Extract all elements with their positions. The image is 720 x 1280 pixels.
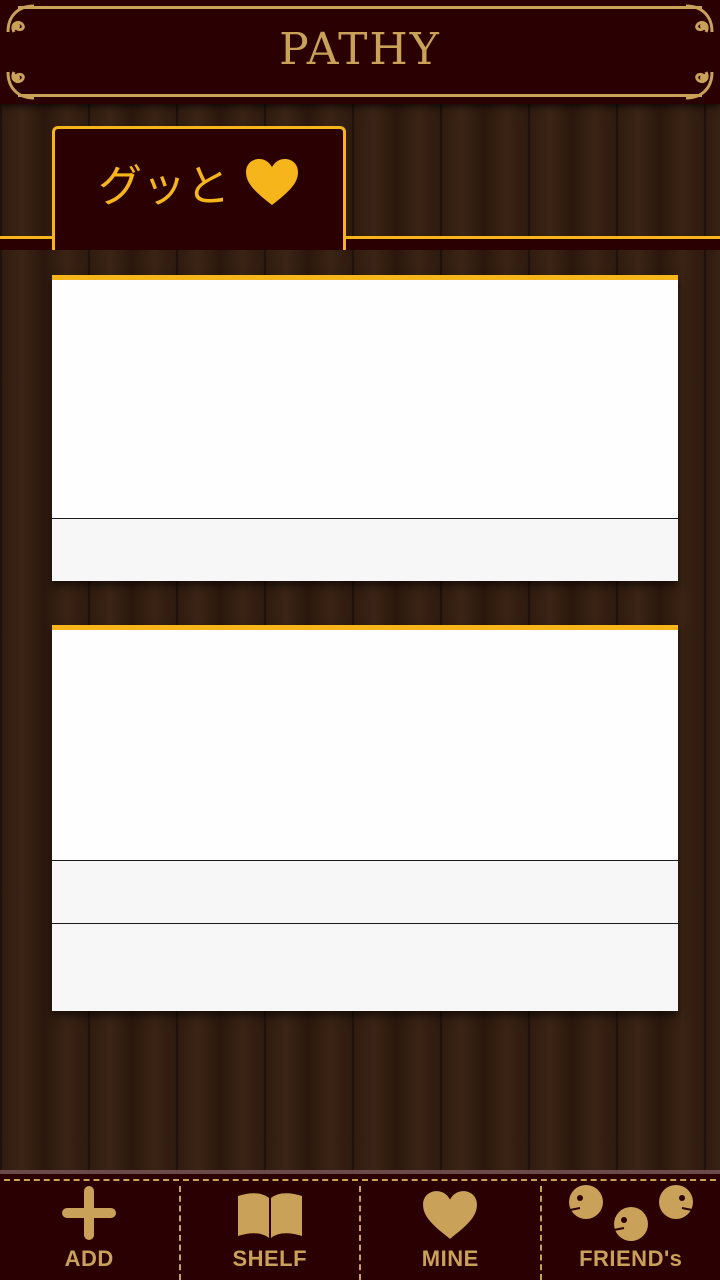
card-row[interactable] bbox=[52, 518, 678, 581]
nav-shelf-button[interactable]: SHELF bbox=[178, 1186, 360, 1280]
friends-icon bbox=[568, 1185, 693, 1241]
post-card[interactable] bbox=[52, 275, 678, 581]
heart-icon bbox=[423, 1191, 478, 1239]
nav-mine-button[interactable]: MINE bbox=[359, 1186, 540, 1280]
post-card[interactable] bbox=[52, 625, 678, 1011]
card-body bbox=[52, 280, 678, 518]
tab-gutto[interactable]: グッと bbox=[52, 126, 346, 250]
app-header: PATHY bbox=[0, 0, 720, 104]
app-title: PATHY bbox=[279, 24, 441, 75]
card-row[interactable] bbox=[52, 860, 678, 923]
card-row[interactable] bbox=[52, 923, 678, 1011]
nav-add-button[interactable]: ADD bbox=[0, 1174, 179, 1280]
nav-label: FRIEND's bbox=[579, 1246, 683, 1271]
header-bottom-rule bbox=[18, 94, 702, 97]
nav-label: ADD bbox=[64, 1246, 114, 1271]
nav-friends-button[interactable]: FRIEND's bbox=[539, 1185, 720, 1280]
bottom-nav: ADD SHELF MINE FRIEND's bbox=[0, 1170, 720, 1280]
header-top-rule bbox=[18, 6, 702, 9]
nav-label: SHELF bbox=[232, 1246, 308, 1271]
book-icon bbox=[237, 1193, 302, 1238]
nav-label: MINE bbox=[421, 1246, 479, 1271]
tab-label: グッと bbox=[98, 160, 230, 212]
heart-icon bbox=[246, 158, 298, 205]
plus-icon bbox=[62, 1186, 117, 1240]
card-body bbox=[52, 630, 678, 860]
